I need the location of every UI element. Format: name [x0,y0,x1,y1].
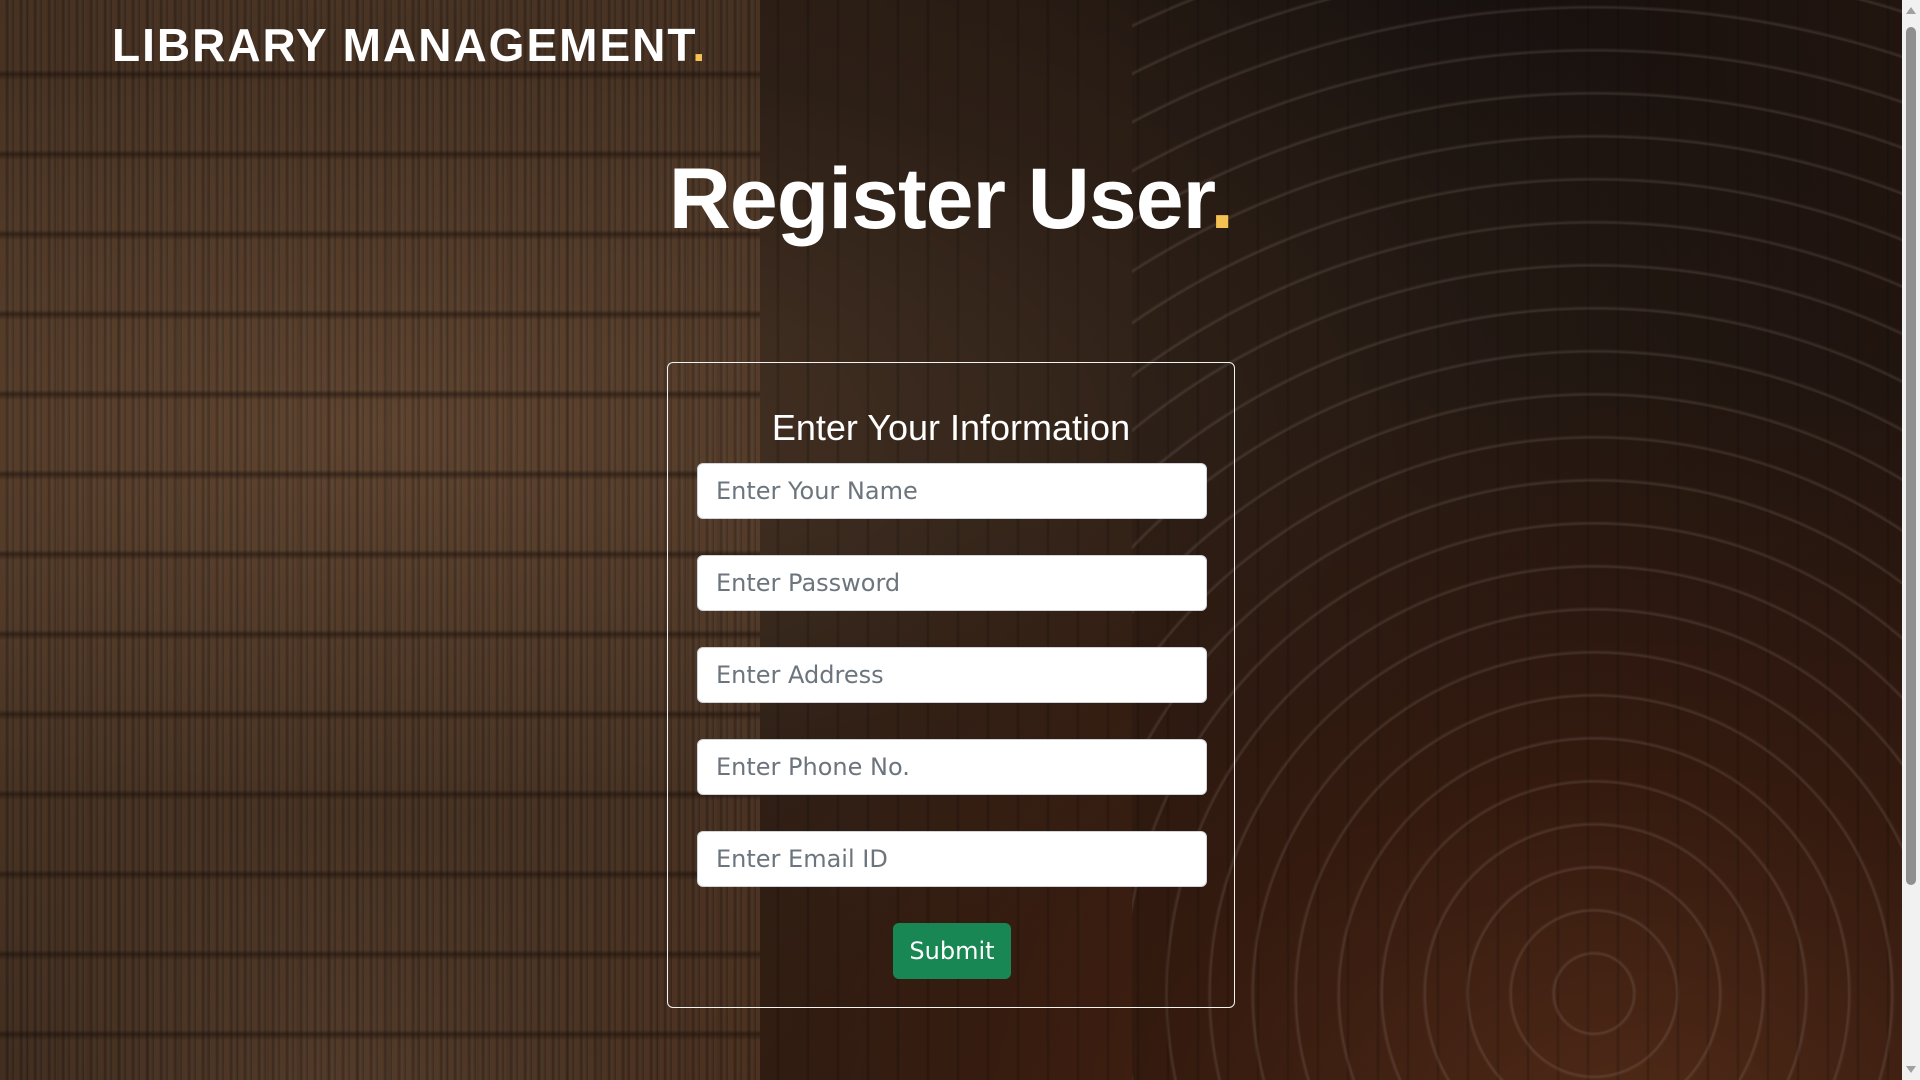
library-background: LIBRARY MANAGEMENT. Register User. Enter… [0,0,1920,1080]
page-title: Register User. [0,150,1902,249]
email-input[interactable] [697,831,1207,887]
form-heading: Enter Your Information [771,407,1131,448]
phone-input[interactable] [697,739,1207,795]
brand-text: LIBRARY MANAGEMENT [112,19,693,71]
page-title-dot: . [1210,151,1234,247]
brand-dot: . [692,19,708,71]
name-input[interactable] [697,463,1207,519]
scroll-down-icon[interactable] [1906,1066,1916,1073]
password-input[interactable] [697,555,1207,611]
vertical-scrollbar[interactable] [1902,0,1920,1080]
registration-form: Enter Your Information Submit [667,362,1235,1008]
page-title-text: Register User [668,151,1212,247]
submit-button[interactable]: Submit [893,923,1011,979]
scroll-thumb[interactable] [1906,27,1916,885]
site-brand: LIBRARY MANAGEMENT. [112,18,707,72]
address-input[interactable] [697,647,1207,703]
scroll-up-icon[interactable] [1906,7,1916,14]
